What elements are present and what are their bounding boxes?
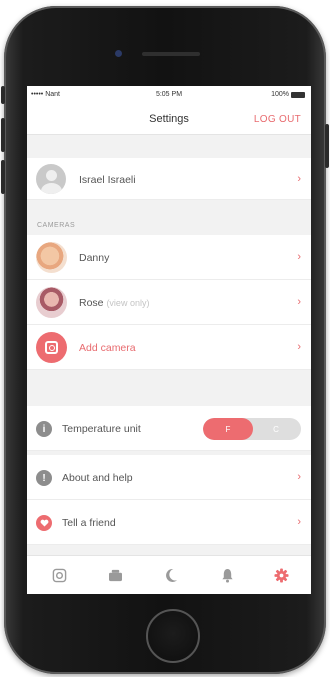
chevron-right-icon: › — [297, 251, 301, 263]
add-camera-icon — [36, 332, 67, 363]
settings-screen: ••••• Nant 5:05 PM 100% Settings LOG OUT… — [27, 86, 311, 594]
battery-percent: 100% — [271, 91, 289, 98]
about-help-row[interactable]: ! About and help › — [27, 455, 311, 500]
volume-up-button — [1, 118, 5, 152]
volume-down-button — [1, 160, 5, 194]
alert-icon: ! — [36, 470, 52, 486]
camera-row-rose[interactable]: Rose (view only) › — [27, 280, 311, 325]
nav-bar: Settings LOG OUT — [27, 104, 311, 135]
tab-sleep[interactable] — [162, 566, 180, 584]
add-camera-label: Add camera — [79, 342, 136, 354]
mute-switch — [1, 86, 5, 104]
profile-name: Israel Israeli — [79, 174, 136, 186]
info-icon: i — [36, 421, 52, 437]
temperature-unit-toggle[interactable]: F C — [203, 418, 301, 440]
tab-video[interactable] — [106, 566, 124, 584]
celsius-option[interactable]: C — [251, 418, 301, 440]
chevron-right-icon: › — [297, 296, 301, 308]
chevron-right-icon: › — [297, 172, 301, 185]
fahrenheit-option[interactable]: F — [203, 418, 253, 440]
status-time: 5:05 PM — [155, 91, 183, 98]
add-camera-row[interactable]: Add camera › — [27, 325, 311, 370]
tab-notifications[interactable] — [218, 566, 236, 584]
camera-thumbnail — [36, 242, 67, 273]
battery-status: 100% — [271, 91, 305, 98]
camera-row-danny[interactable]: Danny › — [27, 235, 311, 280]
moon-icon — [165, 568, 177, 582]
power-button — [325, 124, 329, 168]
camera-thumbnail — [36, 287, 67, 318]
chevron-right-icon: › — [297, 471, 301, 483]
about-help-label: About and help — [62, 472, 133, 484]
tab-settings[interactable] — [272, 566, 290, 584]
temperature-unit-label: Temperature unit — [62, 423, 141, 435]
heart-icon — [36, 515, 52, 531]
bell-icon — [221, 568, 233, 583]
camera-icon — [52, 568, 66, 582]
front-camera — [115, 50, 122, 57]
battery-icon — [291, 91, 305, 98]
logout-button[interactable]: LOG OUT — [254, 114, 301, 125]
camera-name: Danny — [79, 252, 110, 264]
tab-camera[interactable] — [50, 566, 68, 584]
earpiece-speaker — [142, 52, 200, 56]
chevron-right-icon: › — [297, 341, 301, 353]
avatar — [36, 164, 66, 194]
tab-bar — [27, 555, 311, 594]
gear-icon — [273, 567, 289, 583]
cameras-section-title: CAMERAS — [37, 222, 76, 229]
status-bar: ••••• Nant 5:05 PM 100% — [27, 86, 311, 104]
tell-friend-row[interactable]: Tell a friend › — [27, 500, 311, 545]
tell-friend-label: Tell a friend — [62, 517, 116, 529]
home-button[interactable] — [146, 609, 200, 663]
profile-row[interactable]: Israel Israeli › — [27, 158, 311, 200]
temperature-unit-row: i Temperature unit F C — [27, 406, 311, 451]
chevron-right-icon: › — [297, 516, 301, 528]
view-only-note: (view only) — [106, 298, 150, 308]
video-icon — [108, 569, 122, 581]
camera-name: Rose (view only) — [79, 297, 150, 309]
